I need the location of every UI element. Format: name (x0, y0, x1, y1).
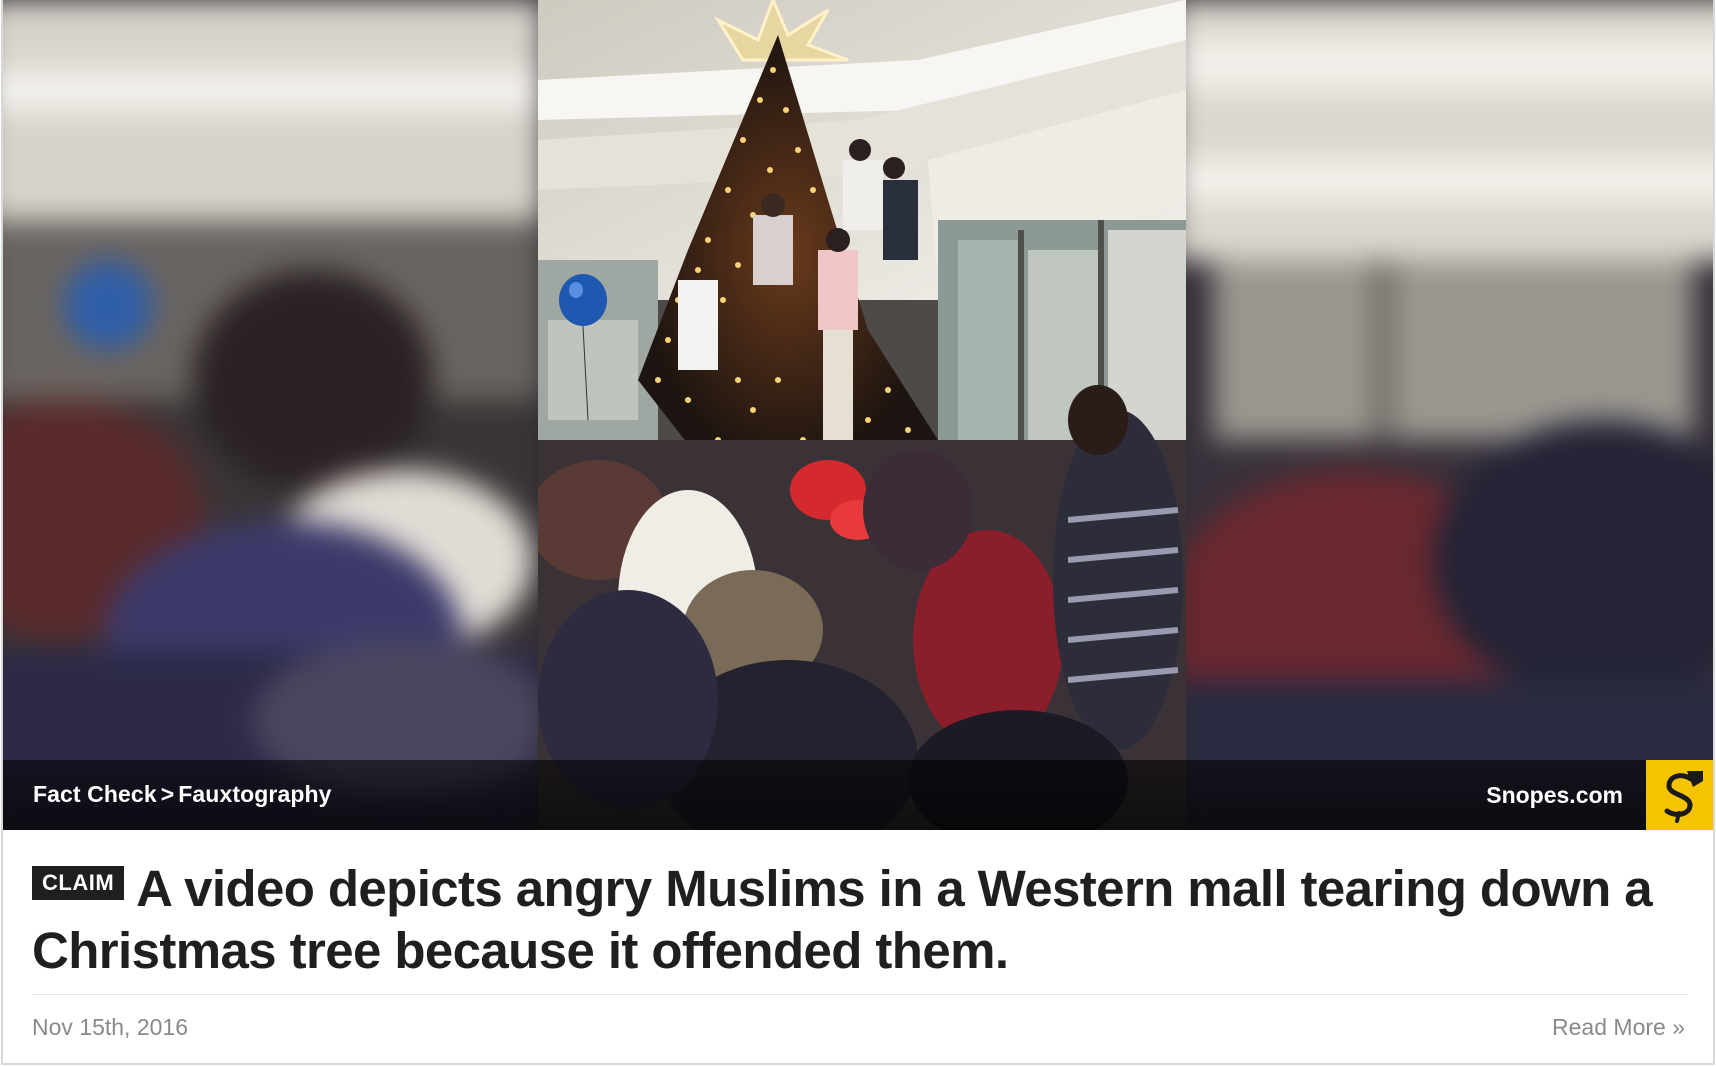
hero-video-frame (538, 0, 1186, 830)
snopes-logo[interactable] (1646, 760, 1713, 830)
hero-image[interactable]: Fact Check > Fauxtography Snopes.com (3, 0, 1713, 830)
breadcrumb-fact-check[interactable]: Fact Check (33, 781, 157, 807)
article-card[interactable]: Fact Check > Fauxtography Snopes.com CLAIM… (1, 0, 1715, 1065)
claim-badge: CLAIM (32, 865, 125, 900)
article-content: CLAIM A video depicts angry Muslims in a … (32, 858, 1692, 982)
hero-blur-left (3, 0, 543, 830)
read-more-link[interactable]: Read More » (1552, 1014, 1685, 1041)
headline-text: A video depicts angry Muslims in a Weste… (32, 860, 1653, 979)
breadcrumb-separator: > (160, 781, 175, 807)
hero-blur-right (1173, 0, 1713, 830)
divider (32, 994, 1688, 995)
breadcrumb: Fact Check > Fauxtography (33, 781, 332, 808)
site-name[interactable]: Snopes.com (1486, 782, 1623, 809)
breadcrumb-fauxtography[interactable]: Fauxtography (178, 781, 331, 807)
headline[interactable]: CLAIM A video depicts angry Muslims in a … (32, 858, 1692, 982)
publish-date: Nov 15th, 2016 (32, 1014, 189, 1040)
snopes-s-logo-icon (1664, 771, 1703, 823)
